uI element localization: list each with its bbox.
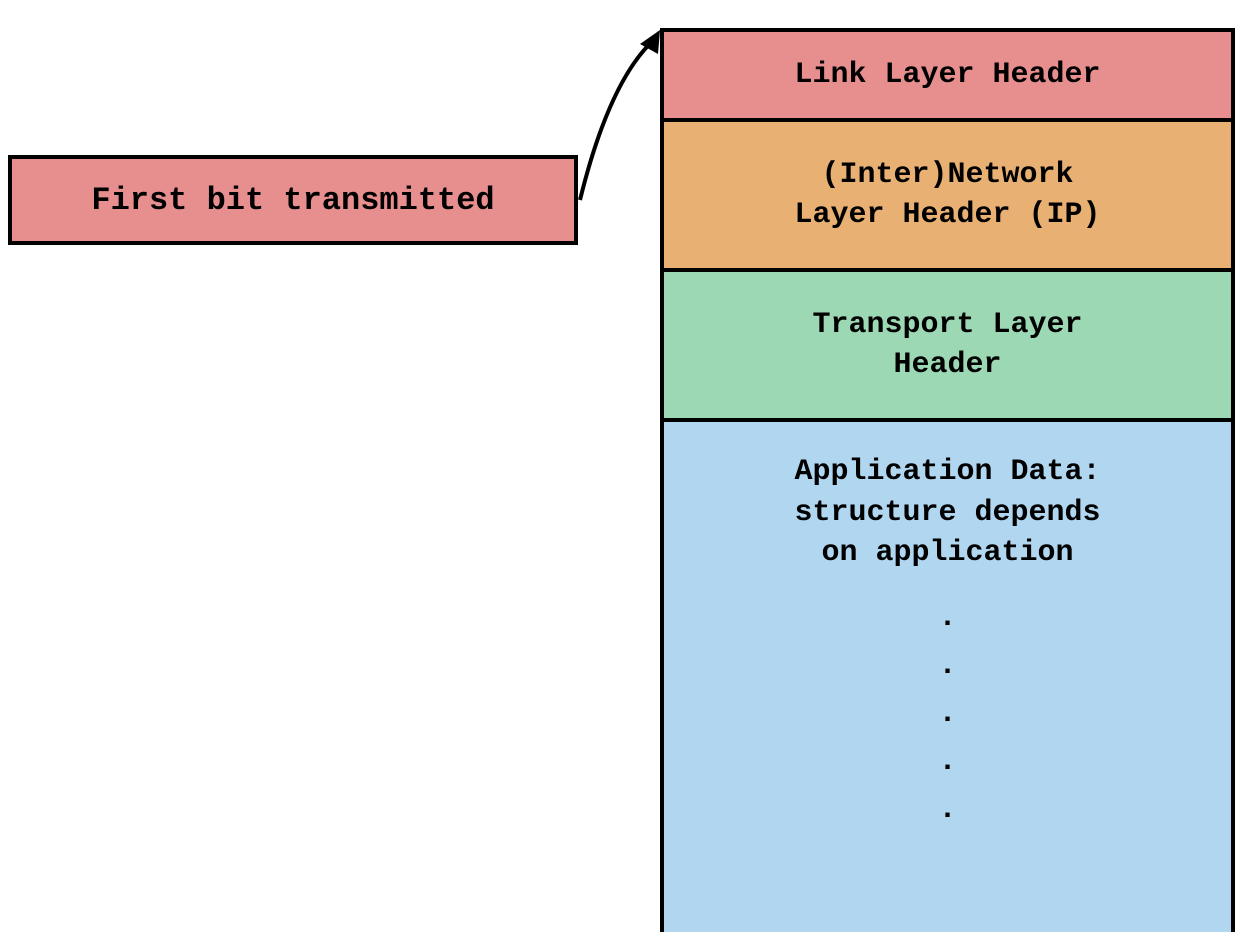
network-layer-label-line2: Layer Header (IP) — [794, 195, 1100, 236]
packet-stack: Link Layer Header (Inter)Network Layer H… — [660, 28, 1235, 932]
application-data-layer: Application Data: structure depends on a… — [664, 422, 1231, 932]
app-layer-label-line1: Application Data: — [794, 452, 1100, 493]
link-layer-label: Link Layer Header — [794, 55, 1100, 96]
transport-layer-label-line2: Header — [812, 345, 1082, 386]
app-layer-label-line2: structure depends — [794, 493, 1100, 534]
link-layer-header: Link Layer Header — [664, 32, 1231, 122]
first-bit-label: First bit transmitted — [91, 182, 494, 219]
transport-layer-header: Transport Layer Header — [664, 272, 1231, 422]
ellipsis-dots: . . . . . — [938, 594, 956, 834]
first-bit-box: First bit transmitted — [8, 155, 578, 245]
app-layer-label-line3: on application — [794, 533, 1100, 574]
network-layer-label-line1: (Inter)Network — [794, 155, 1100, 196]
transport-layer-label-line1: Transport Layer — [812, 305, 1082, 346]
network-layer-header: (Inter)Network Layer Header (IP) — [664, 122, 1231, 272]
diagram-container: First bit transmitted Link Layer Header … — [0, 0, 1246, 944]
